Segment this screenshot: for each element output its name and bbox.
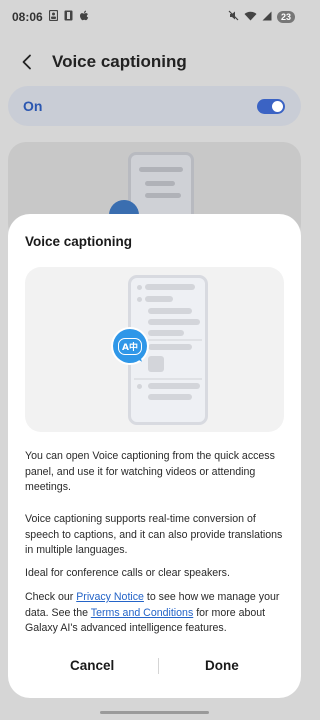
master-toggle-row[interactable]: On — [8, 86, 301, 126]
cancel-button[interactable]: Cancel — [70, 658, 114, 673]
mute-icon — [228, 10, 239, 24]
page-title: Voice captioning — [52, 52, 187, 71]
portrait-icon — [48, 9, 58, 24]
dialog-title: Voice captioning — [25, 234, 133, 249]
home-indicator[interactable] — [100, 711, 209, 714]
privacy-paragraph: Check our Privacy Notice to see how we m… — [25, 590, 287, 637]
translate-icon-label: A中 — [118, 337, 142, 355]
dialog-illustration: A中 — [25, 267, 284, 432]
done-button[interactable]: Done — [205, 658, 239, 673]
switch-knob — [272, 100, 283, 112]
square-icon — [64, 10, 73, 24]
description-paragraph-1: You can open Voice captioning from the q… — [25, 450, 275, 493]
status-bar: 08:06 23 — [0, 0, 309, 34]
on-off-switch[interactable] — [257, 98, 285, 114]
status-left: 08:06 — [12, 9, 89, 25]
battery-indicator: 23 — [276, 11, 295, 23]
privacy-text-prefix: Check our — [25, 591, 77, 603]
back-arrow-icon[interactable] — [16, 51, 38, 73]
status-right: 23 — [228, 10, 295, 24]
button-divider — [158, 658, 159, 674]
privacy-notice-link[interactable]: Privacy Notice — [76, 591, 144, 603]
description-paragraph-3: Ideal for conference calls or clear spea… — [25, 567, 230, 579]
status-time: 08:06 — [12, 10, 43, 24]
terms-and-conditions-link[interactable]: Terms and Conditions — [91, 607, 193, 619]
toggle-label: On — [23, 98, 43, 114]
apple-icon — [79, 10, 89, 25]
info-dialog: Voice captioning A中 You can open Voice c… — [8, 214, 301, 698]
signal-icon — [262, 11, 272, 24]
wifi-icon — [244, 11, 257, 24]
translate-bubble-icon: A中 — [111, 327, 149, 365]
description-paragraph-2: Voice captioning supports real-time conv… — [25, 513, 283, 556]
app-header: Voice captioning — [0, 44, 309, 80]
